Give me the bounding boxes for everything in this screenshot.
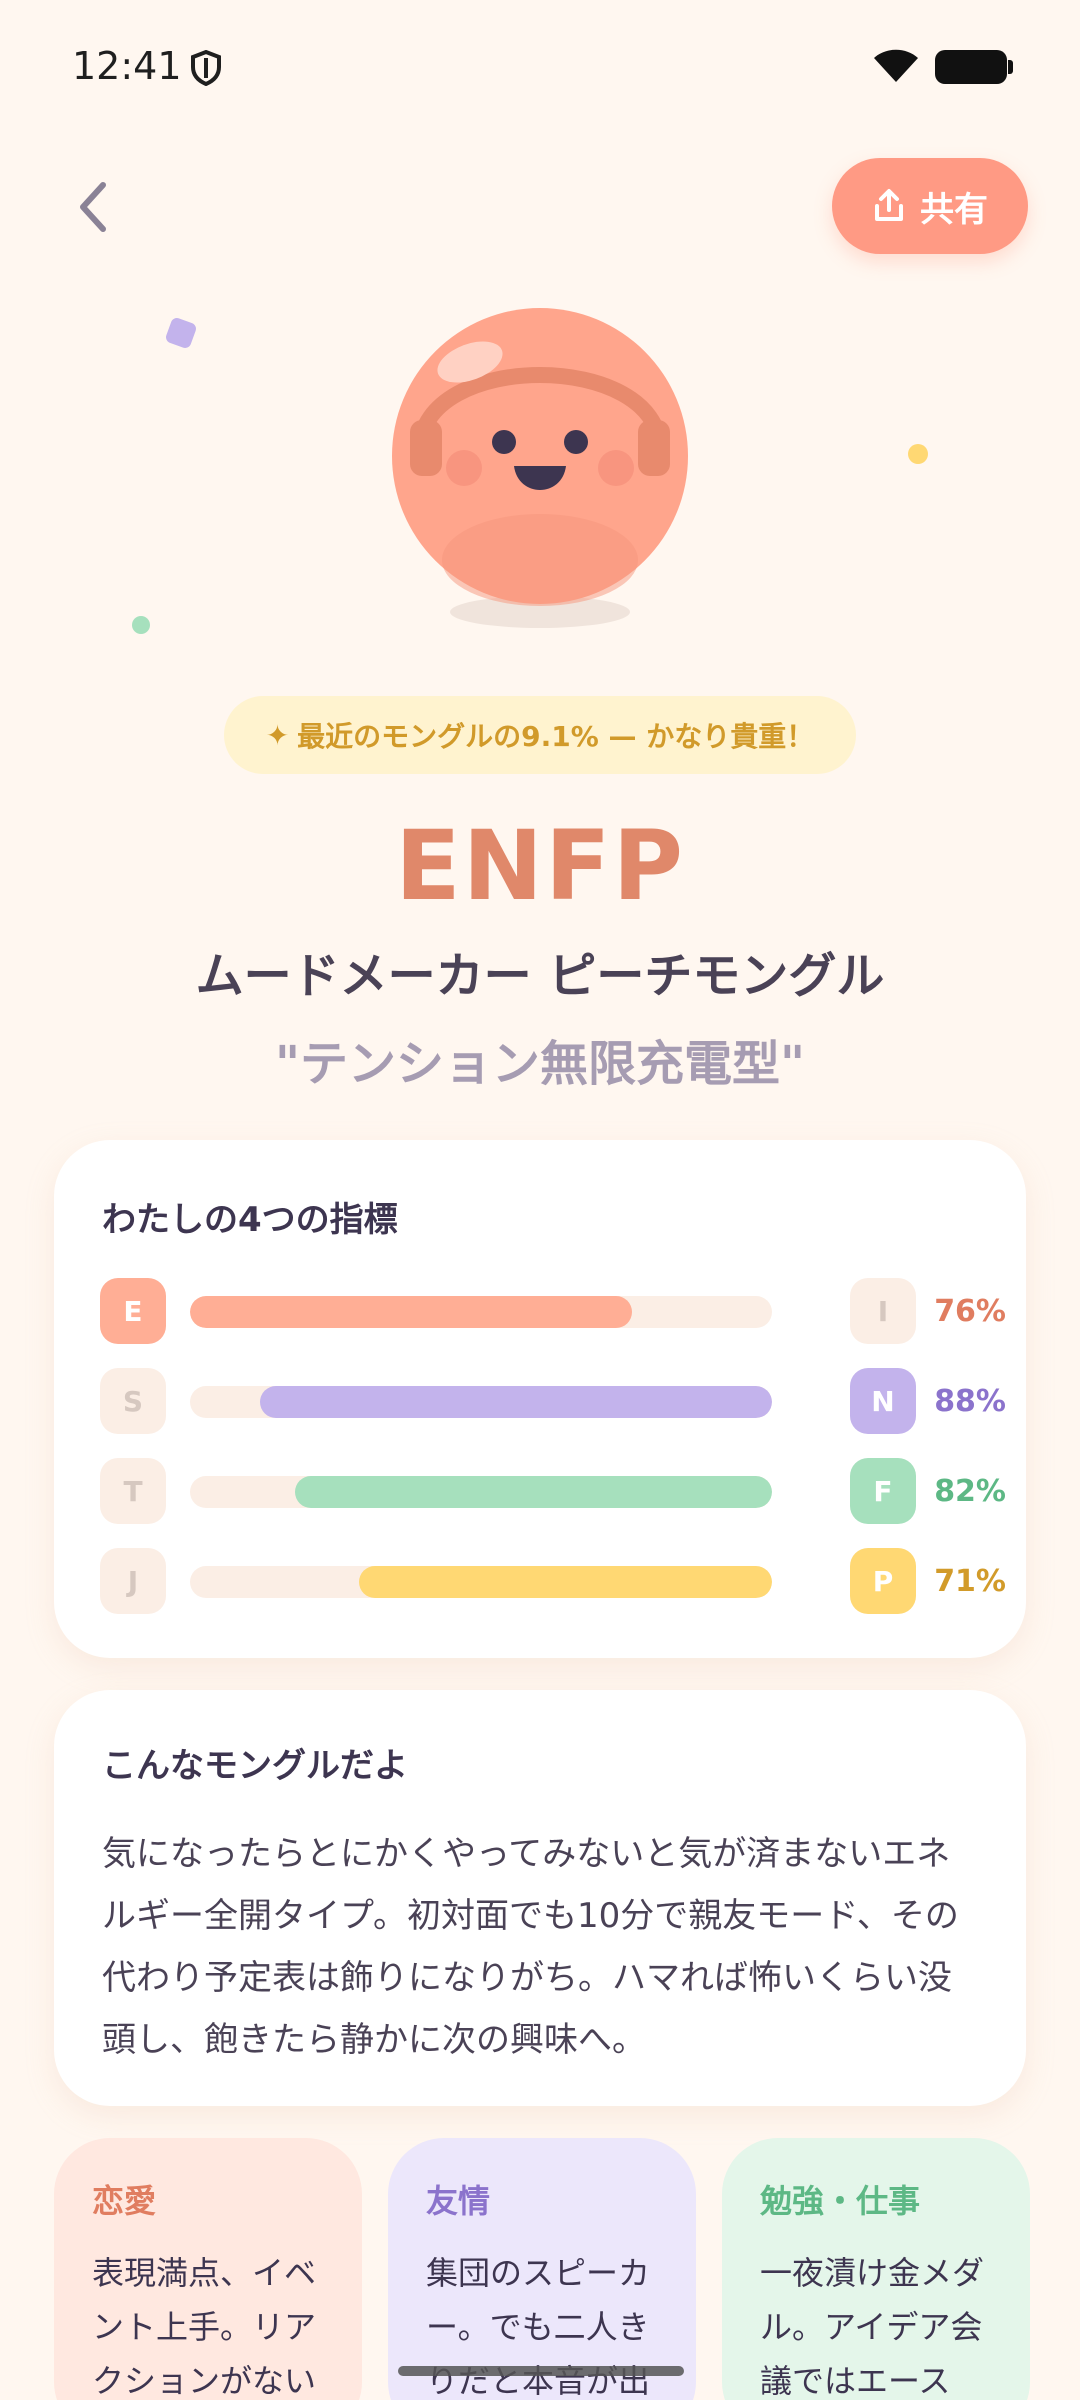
indicator-percent: 71% (934, 1563, 1006, 1599)
description-line: 代わり予定表は飾りになりがち。ハマれば怖いくらい没 (102, 1958, 952, 1998)
indicator-percent: 76% (934, 1293, 1006, 1329)
indicator-row-TF: T F 82% (100, 1458, 1006, 1524)
category-text: 一夜漬け金メダ ル。アイデア会 議ではエース (760, 2246, 992, 2400)
indicator-track (190, 1296, 772, 1328)
mascot-illustration (380, 290, 700, 640)
category-card-friendship[interactable]: 友情 集団のスピーカ ー。でも二人き りだと本音が出 (388, 2138, 696, 2400)
indicator-letter-T: T (100, 1458, 166, 1524)
sparkle-icon: ✦ (265, 718, 290, 752)
category-card-love[interactable]: 恋愛 表現満点、イベ ント上手。リア クションがない (54, 2138, 362, 2400)
category-line: 集団のスピーカ (426, 2254, 651, 2292)
rarity-text: 最近のモングルの9.1% — かなり貴重！ (297, 720, 815, 753)
type-code: ENFP (395, 810, 685, 922)
indicator-row-SN: S N 88% (100, 1368, 1006, 1434)
description-card: こんなモングルだよ 気になったらとにかくやってみないと気が済まないエネ ルギー全… (54, 1690, 1026, 2106)
indicator-letter-P: P (850, 1548, 916, 1614)
category-line: ル。アイデア会 (760, 2308, 983, 2346)
category-line: クションがない (92, 2362, 317, 2400)
description-text: 気になったらとにかくやってみないと気が済まないエネ ルギー全開タイプ。初対面でも… (102, 1823, 978, 2071)
rarity-badge: ✦ 最近のモングルの9.1% — かなり貴重！ (224, 696, 856, 774)
indicators-title: わたしの4つの指標 (102, 1200, 398, 1240)
indicator-track (190, 1476, 772, 1508)
indicator-fill (358, 1566, 772, 1598)
category-line: 表現満点、イベ (92, 2254, 317, 2292)
category-line: 議ではエース (760, 2362, 951, 2400)
category-line: ント上手。リア (92, 2308, 317, 2346)
indicator-fill (190, 1296, 633, 1328)
indicator-track (190, 1386, 772, 1418)
indicator-fill (259, 1386, 772, 1418)
category-text: 表現満点、イベ ント上手。リア クションがない (92, 2246, 324, 2400)
indicators-card: わたしの4つの指標 E I 76% S N 88% T F 82% J P 71% (54, 1140, 1026, 1658)
description-line: 気になったらとにかくやってみないと気が済まないエネ (102, 1834, 951, 1874)
description-line: ルギー全開タイプ。初対面でも10分で親友モード、その (102, 1896, 959, 1936)
type-tagline: "テンション無限充電型" (274, 1036, 806, 1092)
indicator-letter-I: I (850, 1278, 916, 1344)
confetti-purple (164, 316, 198, 350)
status-bar: 12:41 (0, 0, 1080, 130)
back-chevron-icon (80, 182, 106, 232)
category-line: りだと本音が出 (426, 2362, 651, 2400)
back-button[interactable] (62, 172, 122, 242)
status-time: 12:41 (72, 44, 182, 88)
battery-icon (935, 50, 1013, 84)
category-title: 勉強・仕事 (760, 2182, 921, 2220)
description-title: こんなモングルだよ (102, 1746, 408, 1786)
shield-icon (190, 49, 222, 90)
indicator-track (190, 1566, 772, 1598)
category-title: 友情 (426, 2182, 491, 2220)
indicator-fill (294, 1476, 772, 1508)
confetti-yellow (908, 444, 928, 464)
category-title: 恋愛 (92, 2182, 157, 2220)
home-indicator[interactable] (398, 2366, 684, 2376)
category-line: ー。でも二人き (426, 2308, 650, 2346)
indicator-percent: 88% (934, 1383, 1006, 1419)
indicator-letter-E: E (100, 1278, 166, 1344)
category-card-study-work[interactable]: 勉強・仕事 一夜漬け金メダ ル。アイデア会 議ではエース (722, 2138, 1030, 2400)
indicator-row-EI: E I 76% (100, 1278, 1006, 1344)
type-name: ムードメーカー ピーチモングル (195, 948, 885, 1004)
category-text: 集団のスピーカ ー。でも二人き りだと本音が出 (426, 2246, 658, 2400)
confetti-green (132, 616, 150, 634)
indicator-letter-J: J (100, 1548, 166, 1614)
wifi-icon (872, 48, 920, 88)
description-line: 頭し、飽きたら静かに次の興味へ。 (102, 2020, 646, 2060)
indicator-letter-S: S (100, 1368, 166, 1434)
category-line: 一夜漬け金メダ (760, 2254, 985, 2292)
indicator-letter-F: F (850, 1458, 916, 1524)
share-icon (875, 189, 903, 221)
share-button[interactable]: 共有 (832, 158, 1028, 254)
indicator-row-JP: J P 71% (100, 1548, 1006, 1614)
indicator-percent: 82% (934, 1473, 1006, 1509)
share-label: 共有 (920, 189, 988, 230)
indicator-letter-N: N (850, 1368, 916, 1434)
